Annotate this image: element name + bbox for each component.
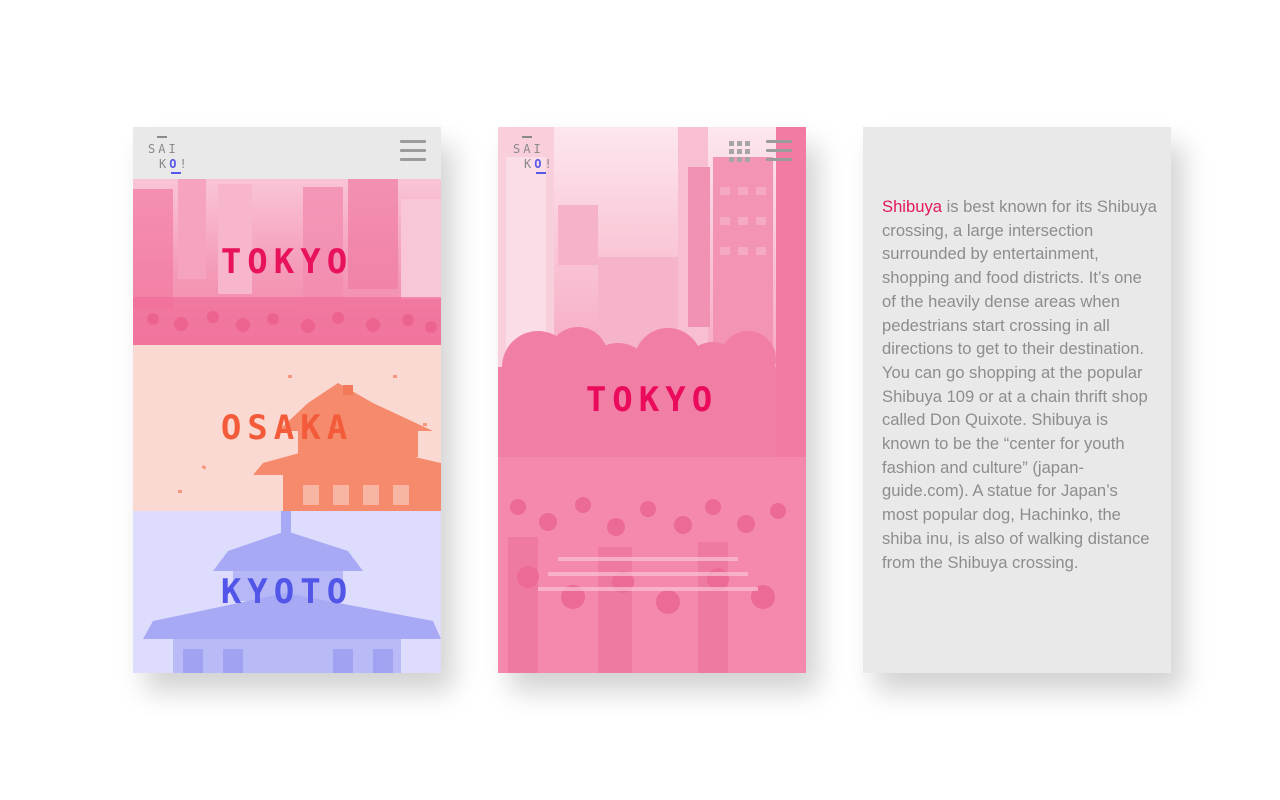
city-tile-kyoto[interactable]: KYOTO bbox=[133, 511, 441, 673]
logo-line-2: KO! bbox=[524, 157, 555, 171]
hamburger-menu-icon[interactable] bbox=[400, 140, 426, 162]
city-tile-tokyo[interactable]: TOKYO bbox=[133, 179, 441, 345]
app-header: SAI KO! bbox=[133, 127, 441, 179]
grid-view-icon[interactable] bbox=[729, 141, 751, 163]
city-list-screen: SAI KO! TOKYO OSAKA KYOTO bbox=[133, 127, 441, 673]
logo-line-1: SAI bbox=[148, 142, 179, 156]
logo-line-1: SAI bbox=[513, 142, 544, 156]
city-label-tokyo: TOKYO bbox=[220, 242, 354, 282]
city-label-osaka: OSAKA bbox=[220, 408, 354, 448]
logo-bar-bottom bbox=[536, 172, 546, 174]
shibuya-article-screen: Shibuya is best known for its Shibuya cr… bbox=[863, 127, 1171, 673]
logo-bar-bottom bbox=[171, 172, 181, 174]
logo-line-2: KO! bbox=[159, 157, 190, 171]
article-body: is best known for its Shibuya crossing, … bbox=[882, 197, 1157, 572]
hamburger-menu-icon[interactable] bbox=[766, 140, 792, 162]
shibuya-highlight-link[interactable]: Shibuya bbox=[882, 197, 942, 216]
city-tile-osaka[interactable]: OSAKA bbox=[133, 345, 441, 511]
logo-bar-top bbox=[522, 136, 532, 138]
tokyo-detail-screen: SAI KO! TOKYO bbox=[498, 127, 806, 673]
shibuya-article-text: Shibuya is best known for its Shibuya cr… bbox=[882, 195, 1157, 574]
logo-bar-top bbox=[157, 136, 167, 138]
tokyo-title: TOKYO bbox=[585, 380, 719, 420]
saiko-logo[interactable]: SAI KO! bbox=[148, 132, 192, 176]
saiko-logo[interactable]: SAI KO! bbox=[513, 132, 557, 176]
city-label-kyoto: KYOTO bbox=[220, 572, 354, 612]
